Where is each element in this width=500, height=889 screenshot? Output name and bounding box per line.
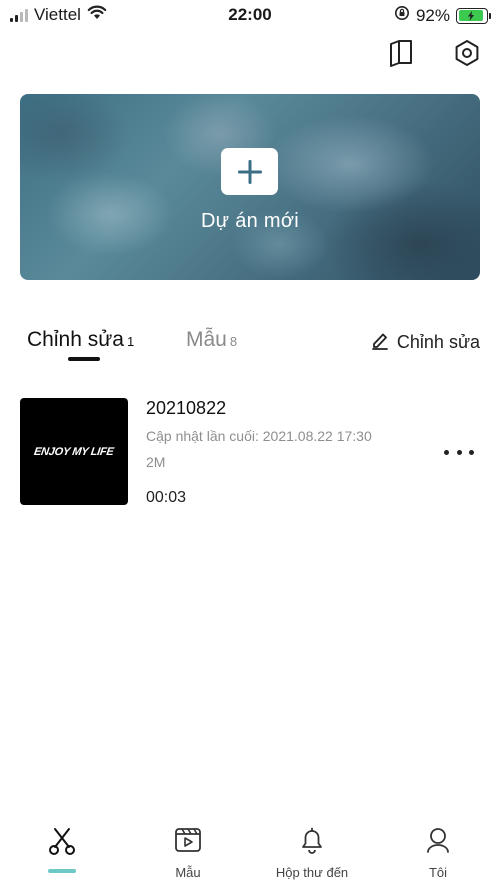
battery-icon [456,7,491,24]
battery-percent: 92% [415,5,450,25]
video-template-icon [174,826,202,859]
pencil-icon [371,330,389,355]
user-icon [424,826,452,859]
project-duration: 00:03 [146,489,187,506]
book-icon[interactable] [386,38,416,68]
new-project-label: Dự án mới [200,210,300,232]
nav-templates[interactable]: Mẫu [133,826,243,880]
tab-edit[interactable]: Chỉnh sửa 1 [27,328,134,352]
active-tab-indicator [68,357,100,361]
orientation-lock-icon [394,5,410,26]
status-right: 92% [394,5,491,26]
edit-projects-label: Chỉnh sửa [396,332,480,352]
project-thumbnail[interactable]: ENJOY MY LIFE [20,398,128,505]
status-bar: Viettel 22:00 92% [0,0,500,30]
scissors-icon [47,826,77,861]
bottom-nav: Mẫu Hộp thư đến Tôi [0,820,500,889]
more-options-icon[interactable] [444,442,474,462]
nav-inbox-label: Hộp thư đến [275,865,349,880]
nav-profile[interactable]: Tôi [383,826,493,880]
tab-templates-count: 8 [229,334,238,349]
nav-profile-label: Tôi [428,865,448,880]
nav-active-indicator [48,869,76,873]
tab-templates[interactable]: Mẫu 8 [186,328,237,352]
edit-projects-button[interactable]: Chỉnh sửa [371,330,480,355]
gear-icon[interactable] [452,38,482,68]
tab-edit-label: Chỉnh sửa [27,328,124,351]
plus-icon[interactable] [221,148,278,195]
bell-icon [298,826,326,859]
nav-templates-label: Mẫu [175,865,201,880]
nav-inbox[interactable]: Hộp thư đến [257,826,367,880]
tab-edit-count: 1 [126,334,135,349]
new-project-card[interactable]: Dự án mới [20,94,480,280]
project-title[interactable]: 20210822 [146,398,226,419]
nav-edit[interactable] [7,826,117,867]
project-updated: Cập nhật lần cuối: 2021.08.22 17:30 [146,428,372,444]
project-size: 2M [146,454,166,470]
tab-templates-label: Mẫu [186,328,227,351]
thumbnail-text: ENJOY MY LIFE [33,445,115,458]
battery-fill [458,10,484,21]
